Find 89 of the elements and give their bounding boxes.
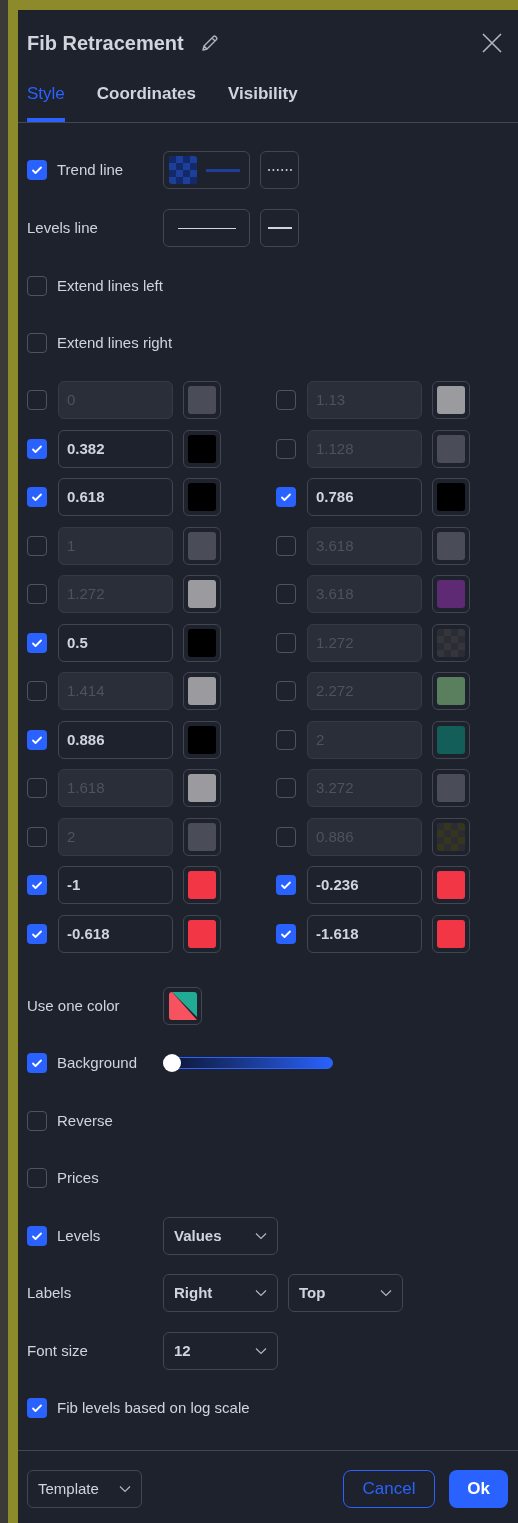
dropdown[interactable]: Values (163, 1216, 278, 1255)
checkbox[interactable] (276, 632, 296, 653)
option-label: Extend lines right (57, 333, 173, 353)
checkbox[interactable] (276, 438, 296, 459)
dropdown[interactable]: Top (288, 1274, 403, 1313)
checkbox[interactable] (27, 826, 47, 847)
ok-button[interactable]: Ok (449, 1470, 508, 1508)
checkbox[interactable] (276, 923, 296, 944)
option-label: Background (57, 1053, 138, 1073)
cancel-button[interactable]: Cancel (343, 1470, 435, 1508)
chevron-down-icon (119, 1485, 131, 1493)
tab[interactable]: Coordinates (96, 74, 196, 122)
level-input[interactable]: -0.618 (58, 914, 173, 953)
level-input[interactable]: -1 (58, 866, 173, 905)
dropdown[interactable]: 12 (163, 1331, 278, 1370)
option-label: Labels (27, 1283, 73, 1303)
line-style-button[interactable] (260, 151, 299, 189)
checkbox[interactable] (276, 875, 296, 896)
checkbox[interactable] (276, 390, 296, 411)
color-swatch-button[interactable] (163, 986, 202, 1025)
checkmark-icon (31, 1057, 43, 1070)
level-input[interactable]: 0.5 (58, 623, 173, 662)
option-label: Trend line (57, 159, 124, 180)
checkmark-icon (31, 1402, 43, 1415)
line-color-button[interactable] (163, 151, 250, 189)
chevron-down-icon (255, 1289, 267, 1298)
option-label: Extend lines left (57, 275, 163, 296)
checkbox[interactable] (27, 160, 47, 180)
solid-line-icon (177, 227, 236, 229)
checkbox[interactable] (27, 681, 47, 702)
option-label: Levels (57, 1225, 101, 1246)
line-width-icon (267, 227, 292, 229)
checkbox[interactable] (27, 487, 47, 508)
dropdown[interactable]: Right (163, 1274, 278, 1313)
checkbox[interactable] (27, 632, 47, 653)
checkbox[interactable] (27, 729, 47, 750)
chevron-down-icon (255, 1346, 267, 1355)
checkmark-icon (31, 879, 43, 892)
line-width-button[interactable] (260, 209, 299, 247)
close-icon[interactable] (482, 32, 502, 53)
template-dropdown[interactable]: Template (27, 1470, 142, 1508)
opacity-slider[interactable] (163, 1057, 333, 1070)
level-input[interactable]: 0.786 (307, 478, 422, 517)
checkbox[interactable] (27, 390, 47, 411)
checkbox[interactable] (276, 826, 296, 847)
checkbox[interactable] (27, 778, 47, 799)
slider-thumb[interactable] (163, 1054, 181, 1073)
tab[interactable]: Visibility (228, 74, 298, 122)
checkbox[interactable] (27, 1110, 47, 1131)
option-label: Fib levels based on log scale (57, 1398, 250, 1418)
line-color-button[interactable] (163, 209, 250, 247)
checkbox[interactable] (276, 535, 296, 556)
level-input[interactable]: 0.618 (58, 478, 173, 517)
checkmark-icon (31, 164, 43, 176)
chevron-down-icon (380, 1289, 392, 1298)
checkbox[interactable] (27, 584, 47, 605)
checkbox[interactable] (276, 584, 296, 605)
level-input[interactable]: -1.618 (307, 914, 422, 953)
checkbox[interactable] (27, 923, 47, 944)
option-label: Use one color (27, 995, 121, 1016)
tab[interactable]: Style (27, 74, 65, 122)
checkmark-icon (31, 491, 43, 504)
checkbox[interactable] (27, 535, 47, 556)
pencil-icon[interactable] (199, 32, 220, 53)
checkmark-icon (280, 491, 292, 504)
chevron-down-icon (255, 1231, 267, 1240)
dialog-title: Fib Retracement (27, 30, 184, 56)
checkbox[interactable] (27, 333, 47, 354)
two-color-swatch-icon (168, 991, 197, 1020)
checkbox[interactable] (276, 487, 296, 508)
option-label: Reverse (57, 1110, 113, 1131)
checkbox[interactable] (27, 1398, 47, 1419)
checkbox[interactable] (27, 438, 47, 459)
checkbox[interactable] (27, 1053, 47, 1074)
checkbox[interactable] (27, 875, 47, 896)
checkbox[interactable] (27, 1225, 47, 1246)
level-input[interactable]: 0.886 (58, 720, 173, 759)
checkbox[interactable] (276, 681, 296, 702)
level-input[interactable]: -0.236 (307, 866, 422, 905)
option-label: Font size (27, 1340, 89, 1361)
checkmark-icon (280, 879, 292, 892)
option-label: Levels line (27, 217, 99, 238)
checkbox[interactable] (27, 275, 47, 296)
option-label: Prices (57, 1168, 99, 1188)
checkbox[interactable] (276, 778, 296, 799)
dotted-line-icon (266, 168, 293, 172)
level-input[interactable]: 0.382 (58, 429, 173, 468)
checkbox[interactable] (27, 1168, 47, 1189)
checkbox[interactable] (276, 729, 296, 750)
